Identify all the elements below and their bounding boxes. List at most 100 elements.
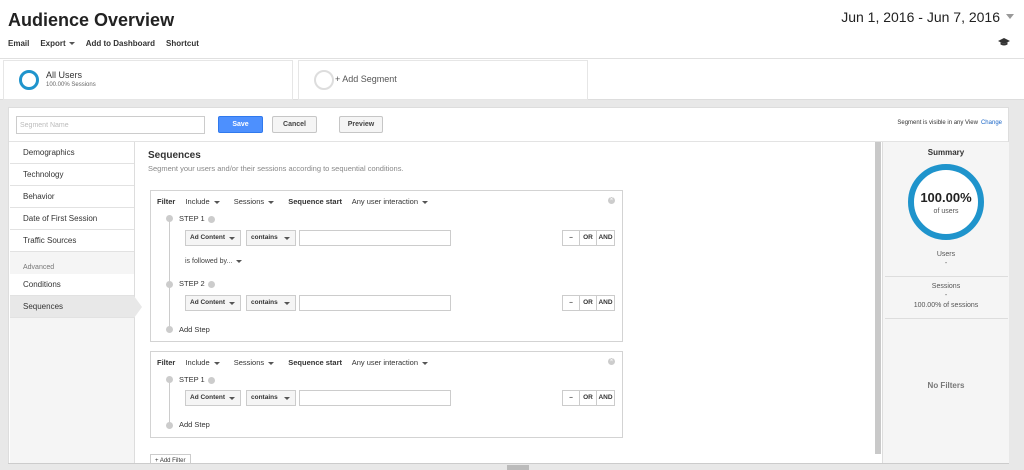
and-button[interactable]: AND bbox=[597, 296, 614, 310]
operator-select[interactable]: contains bbox=[246, 390, 296, 406]
chevron-down-icon bbox=[213, 361, 220, 365]
summary-panel: Summary 100.00% of users Users - Session… bbox=[882, 142, 1009, 470]
add-step-button[interactable]: Add Step bbox=[179, 325, 210, 334]
advanced-group-label: Advanced bbox=[23, 264, 55, 271]
or-button[interactable]: OR bbox=[580, 296, 597, 310]
change-visibility-link[interactable]: Change bbox=[981, 120, 1002, 126]
nav-item-conditions[interactable]: Conditions bbox=[10, 274, 134, 296]
step-label: STEP 1 bbox=[179, 375, 215, 384]
add-step-marker-icon bbox=[166, 422, 173, 429]
nav-item-date-of-first-session[interactable]: Date of First Session bbox=[10, 208, 134, 230]
condition-value-input[interactable] bbox=[299, 230, 451, 246]
vertical-scrollbar[interactable] bbox=[875, 142, 881, 454]
include-dropdown[interactable]: Include bbox=[185, 197, 220, 206]
dimension-value: Ad Content bbox=[190, 394, 226, 401]
condition-value-input[interactable] bbox=[299, 295, 451, 311]
operator-value: contains bbox=[251, 299, 278, 306]
filter-label: Filter bbox=[157, 197, 176, 206]
date-range-picker[interactable]: Jun 1, 2016 - Jun 7, 2016 bbox=[841, 9, 1000, 25]
chevron-down-icon bbox=[422, 200, 428, 204]
section-description: Segment your users and/or their sessions… bbox=[148, 164, 404, 173]
followed-by-dropdown[interactable]: is followed by... bbox=[185, 258, 243, 265]
chevron-down-icon bbox=[284, 302, 290, 305]
nav-item-behavior[interactable]: Behavior bbox=[10, 186, 134, 208]
segment-sessions: 100.00% Sessions bbox=[46, 82, 96, 88]
preview-button[interactable]: Preview bbox=[339, 116, 383, 133]
and-button[interactable]: AND bbox=[597, 231, 614, 245]
step-label-text: STEP 2 bbox=[179, 279, 205, 288]
chevron-down-icon bbox=[236, 259, 243, 263]
segment-name-input[interactable] bbox=[16, 116, 205, 134]
add-step-button[interactable]: Add Step bbox=[179, 420, 210, 429]
sequence-start-value: Any user interaction bbox=[351, 197, 418, 206]
shortcut-button[interactable]: Shortcut bbox=[166, 39, 199, 48]
chevron-down-icon bbox=[229, 237, 235, 240]
scope-dropdown[interactable]: Sessions bbox=[234, 358, 275, 367]
operator-select[interactable]: contains bbox=[246, 230, 296, 246]
visibility-text: Segment is visible in any View bbox=[897, 120, 978, 126]
chevron-down-icon bbox=[213, 200, 220, 204]
segment-all-users[interactable]: All Users 100.00% Sessions bbox=[3, 60, 293, 100]
nav-item-technology[interactable]: Technology bbox=[10, 164, 134, 186]
sequence-start-dropdown[interactable]: Any user interaction bbox=[352, 358, 428, 367]
chevron-down-icon bbox=[268, 361, 275, 365]
condition-value-input[interactable] bbox=[299, 390, 451, 406]
operator-value: contains bbox=[251, 394, 278, 401]
email-button[interactable]: Email bbox=[8, 39, 29, 48]
graduation-cap-icon[interactable] bbox=[998, 37, 1010, 47]
add-step-marker-icon bbox=[166, 326, 173, 333]
sequence-line bbox=[169, 217, 170, 327]
nav-item-label: Sequences bbox=[23, 302, 64, 311]
filter-row: Filter Include Sessions Sequence start A… bbox=[157, 358, 440, 367]
include-value: Include bbox=[185, 358, 210, 367]
step-label: STEP 2 bbox=[179, 279, 215, 288]
help-icon[interactable] bbox=[207, 280, 215, 288]
users-label: Users bbox=[936, 251, 956, 258]
step-label-text: STEP 1 bbox=[179, 214, 205, 223]
remove-filter-icon[interactable]: × bbox=[608, 197, 615, 204]
filter-block: Filter Include Sessions Sequence start A… bbox=[150, 351, 623, 438]
filter-label: Filter bbox=[157, 358, 176, 367]
summary-percent-sub: of users bbox=[933, 208, 959, 215]
export-button[interactable]: Export bbox=[40, 39, 75, 48]
chevron-down-icon bbox=[229, 397, 235, 400]
export-label: Export bbox=[40, 39, 66, 48]
scope-value: Sessions bbox=[233, 197, 265, 206]
or-button[interactable]: OR bbox=[580, 231, 597, 245]
save-button[interactable]: Save bbox=[218, 116, 263, 133]
help-icon[interactable] bbox=[207, 376, 215, 384]
chevron-down-icon bbox=[284, 237, 290, 240]
logic-buttons: – OR AND bbox=[562, 230, 615, 246]
dimension-select[interactable]: Ad Content bbox=[185, 230, 241, 246]
add-segment-card[interactable]: + Add Segment bbox=[298, 60, 588, 100]
sessions-value: - bbox=[944, 292, 948, 299]
add-to-dashboard-button[interactable]: Add to Dashboard bbox=[86, 39, 155, 48]
dimension-select[interactable]: Ad Content bbox=[185, 295, 241, 311]
remove-condition-button[interactable]: – bbox=[563, 231, 580, 245]
nav-item-demographics[interactable]: Demographics bbox=[10, 142, 134, 164]
nav-item-sequences[interactable]: Sequences bbox=[10, 296, 142, 318]
help-icon[interactable] bbox=[207, 215, 215, 223]
users-value: - bbox=[944, 260, 948, 267]
add-segment-label: + Add Segment bbox=[335, 74, 397, 84]
remove-condition-button[interactable]: – bbox=[563, 296, 580, 310]
operator-select[interactable]: contains bbox=[246, 295, 296, 311]
sequence-start-value: Any user interaction bbox=[351, 358, 418, 367]
chevron-down-icon[interactable] bbox=[1006, 14, 1014, 19]
cancel-button[interactable]: Cancel bbox=[272, 116, 317, 133]
chevron-down-icon bbox=[422, 361, 428, 365]
dimension-value: Ad Content bbox=[190, 234, 226, 241]
or-button[interactable]: OR bbox=[580, 391, 597, 405]
include-dropdown[interactable]: Include bbox=[185, 358, 220, 367]
remove-filter-icon[interactable]: × bbox=[608, 358, 615, 365]
nav-item-traffic-sources[interactable]: Traffic Sources bbox=[10, 230, 134, 252]
logic-buttons: – OR AND bbox=[562, 390, 615, 406]
resize-handle[interactable] bbox=[507, 465, 529, 470]
dimension-select[interactable]: Ad Content bbox=[185, 390, 241, 406]
and-button[interactable]: AND bbox=[597, 391, 614, 405]
chevron-down-icon bbox=[229, 302, 235, 305]
remove-condition-button[interactable]: – bbox=[563, 391, 580, 405]
sequence-start-dropdown[interactable]: Any user interaction bbox=[352, 197, 428, 206]
scope-dropdown[interactable]: Sessions bbox=[233, 197, 275, 206]
summary-percent: 100.00% bbox=[920, 190, 972, 205]
